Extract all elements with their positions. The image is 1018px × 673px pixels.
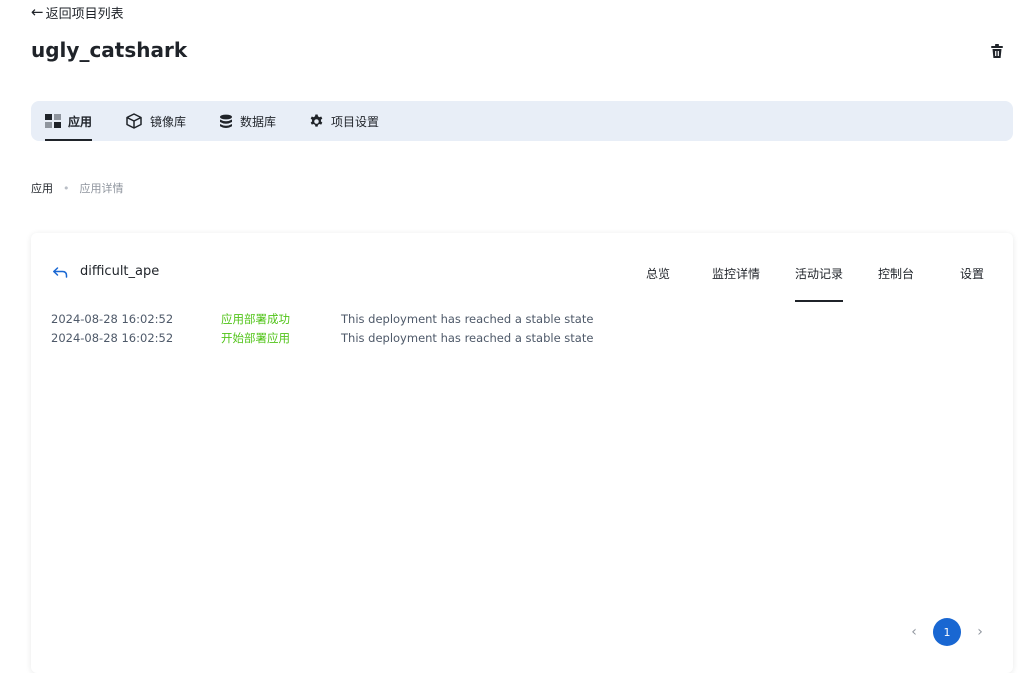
project-title: ugly_catshark [31,38,188,62]
breadcrumb: 应用 • 应用详情 [31,180,124,196]
breadcrumb-apps[interactable]: 应用 [31,180,53,196]
trash-icon [991,44,1003,58]
tab-apps[interactable]: 应用 [45,101,93,141]
app-subtabs: 总览 监控详情 活动记录 控制台 设置 [31,257,1013,302]
log-status: 开始部署应用 [221,330,290,345]
log-message: This deployment has reached a stable sta… [341,330,594,345]
subtab-console[interactable]: 控制台 [878,265,914,293]
subtab-settings[interactable]: 设置 [960,265,984,293]
arrow-left-icon: ← [31,3,44,21]
log-time: 2024-08-28 16:02:52 [51,311,174,326]
tab-project-settings-label: 项目设置 [331,114,380,129]
grid-icon [45,114,61,128]
tab-database[interactable]: 数据库 [219,101,276,141]
log-row: 2024-08-28 16:02:52 应用部署成功 This deployme… [51,309,593,328]
log-time: 2024-08-28 16:02:52 [51,330,174,345]
log-row: 2024-08-28 16:02:52 开始部署应用 This deployme… [51,328,593,347]
back-to-projects-link[interactable]: ← 返回项目列表 [31,3,124,23]
log-message: This deployment has reached a stable sta… [341,311,594,326]
breadcrumb-app-detail: 应用详情 [79,182,124,195]
prev-page-button[interactable]: ‹ [909,624,919,640]
page-1-button[interactable]: 1 [933,618,961,646]
delete-project-button[interactable] [988,42,1006,60]
tab-database-label: 数据库 [240,114,277,129]
app-detail-card: difficult_ape 总览 监控详情 活动记录 控制台 设置 2024-0… [31,233,1013,673]
tab-project-settings[interactable]: 项目设置 [309,101,379,141]
project-tabbar: 应用 镜像库 数据库 项目设置 [31,101,1013,141]
subtab-monitoring[interactable]: 监控详情 [712,265,760,293]
database-icon [220,114,233,128]
subtab-overview[interactable]: 总览 [646,265,670,293]
pagination: ‹ 1 › [909,618,985,646]
tab-registry-label: 镜像库 [150,114,187,129]
breadcrumb-separator: • [63,181,70,195]
gear-icon [310,113,323,127]
activity-log-list: 2024-08-28 16:02:52 应用部署成功 This deployme… [51,309,593,347]
subtab-activity[interactable]: 活动记录 [795,265,844,302]
log-status: 应用部署成功 [221,311,290,326]
next-page-button[interactable]: › [975,624,985,640]
tab-apps-label: 应用 [68,114,93,129]
back-link-label: 返回项目列表 [45,7,124,22]
cube-icon [126,113,142,129]
tab-registry[interactable]: 镜像库 [125,101,186,141]
